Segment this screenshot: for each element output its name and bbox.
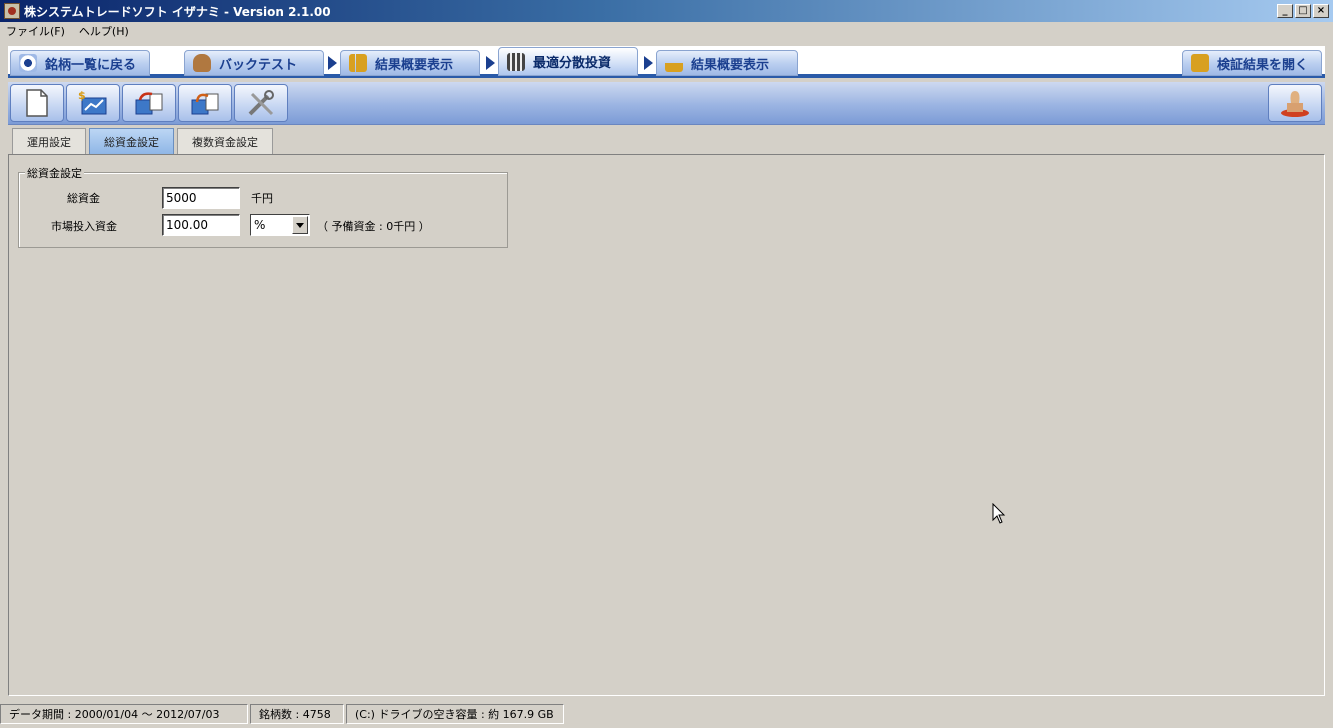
fund-settings-group: 総資金設定 総資金 千円 市場投入資金 % （ 予備資金 : 0千円 ） xyxy=(18,165,508,248)
stamp-icon xyxy=(1281,91,1309,117)
mouse-cursor-icon xyxy=(992,503,1006,524)
chevron-down-icon[interactable] xyxy=(292,216,308,234)
arrow-right-icon xyxy=(328,56,337,70)
group-title: 総資金設定 xyxy=(25,165,84,181)
tab-backtest[interactable]: バックテスト xyxy=(184,50,324,76)
open-results-button[interactable]: 検証結果を開く xyxy=(1182,50,1322,76)
new-button[interactable] xyxy=(10,84,64,122)
window-title: 株システムトレードソフト イザナミ - Version 2.1.00 xyxy=(24,4,331,19)
tab-optimal-portfolio[interactable]: 最適分散投資 xyxy=(498,47,638,76)
reserve-fund-note: （ 予備資金 : 0千円 ） xyxy=(317,220,430,233)
import-icon xyxy=(191,93,219,115)
export-icon xyxy=(135,92,163,115)
tab-total-fund-settings[interactable]: 総資金設定 xyxy=(89,128,174,154)
tab-operation-settings[interactable]: 運用設定 xyxy=(12,128,86,154)
tab-result-summary-2[interactable]: 結果概要表示 xyxy=(656,50,798,76)
arrow-right-icon xyxy=(486,56,495,70)
status-disk-space: (C:) ドライブの空き容量 : 約 167.9 GB xyxy=(346,704,564,724)
settings-tabs: 運用設定 総資金設定 複数資金設定 xyxy=(12,128,276,154)
status-bar: データ期間 : 2000/01/04 〜 2012/07/03 銘柄数 : 47… xyxy=(0,702,1333,726)
money-chart-icon: $ xyxy=(78,89,107,115)
export-button[interactable] xyxy=(122,84,176,122)
tab-result-summary-1[interactable]: 結果概要表示 xyxy=(340,50,480,76)
minimize-button[interactable]: _ xyxy=(1277,4,1293,18)
app-icon xyxy=(4,3,20,19)
stamp-button[interactable] xyxy=(1268,84,1322,122)
close-button[interactable]: × xyxy=(1313,4,1329,18)
tab-back-to-list[interactable]: 銘柄一覧に戻る xyxy=(10,50,150,76)
status-stock-count: 銘柄数 : 4758 xyxy=(250,704,344,724)
total-fund-label: 総資金 xyxy=(67,192,100,205)
menu-file[interactable]: ファイル(F) xyxy=(6,23,65,39)
market-investment-input[interactable] xyxy=(162,214,240,236)
total-fund-unit: 千円 xyxy=(251,192,273,205)
workflow-tab-bar: 銘柄一覧に戻る バックテスト 結果概要表示 最適分散投資 結果概要表示 検証結果… xyxy=(8,46,1325,78)
market-investment-label: 市場投入資金 xyxy=(51,220,117,233)
arrow-right-icon xyxy=(644,56,653,70)
gold-chart-icon xyxy=(349,54,367,72)
money-bag-icon xyxy=(193,54,211,72)
tab-multi-fund-settings[interactable]: 複数資金設定 xyxy=(177,128,273,154)
title-bar: 株システムトレードソフト イザナミ - Version 2.1.00 _ □ × xyxy=(0,0,1333,22)
investment-unit-value: % xyxy=(254,218,266,232)
settings-panel: 総資金設定 総資金 千円 市場投入資金 % （ 予備資金 : 0千円 ） xyxy=(8,154,1325,696)
import-button[interactable] xyxy=(178,84,232,122)
tools-button[interactable] xyxy=(234,84,288,122)
bar-chart-icon xyxy=(665,54,683,72)
svg-text:$: $ xyxy=(78,89,86,102)
investment-unit-select[interactable]: % xyxy=(250,214,310,236)
toolbar: $ xyxy=(8,82,1325,125)
maximize-button[interactable]: □ xyxy=(1295,4,1311,18)
status-data-period: データ期間 : 2000/01/04 〜 2012/07/03 xyxy=(0,704,248,724)
eye-icon xyxy=(19,54,37,72)
new-document-icon xyxy=(26,89,48,117)
menu-help[interactable]: ヘルプ(H) xyxy=(79,23,129,39)
tools-icon xyxy=(248,90,274,116)
money-settings-button[interactable]: $ xyxy=(66,84,120,122)
total-fund-input[interactable] xyxy=(162,187,240,209)
folder-chart-icon xyxy=(1191,54,1209,72)
window-controls: _ □ × xyxy=(1277,4,1329,18)
menu-bar: ファイル(F) ヘルプ(H) xyxy=(0,22,1333,40)
calculator-icon xyxy=(507,52,525,71)
